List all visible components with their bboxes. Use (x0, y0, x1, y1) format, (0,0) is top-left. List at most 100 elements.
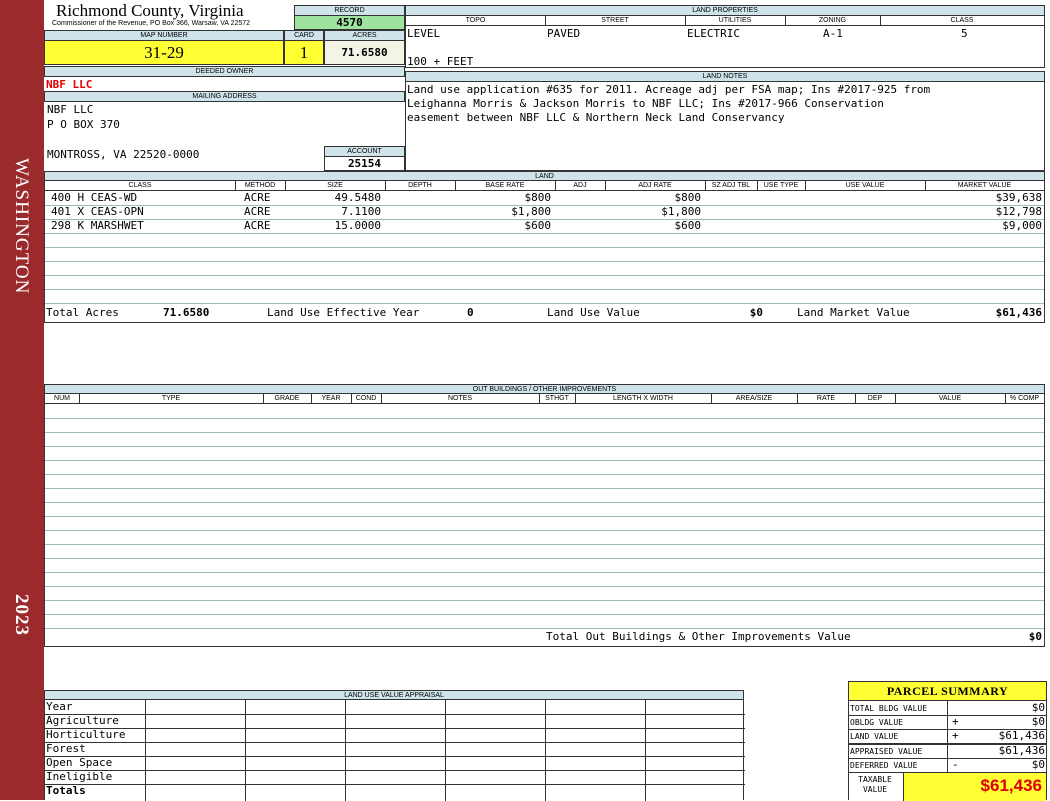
land-size: 15.0000 (334, 219, 381, 232)
outbuilding-row (45, 502, 1044, 517)
outbuilding-row (45, 544, 1044, 559)
land-use-value: $0 (749, 306, 763, 319)
land-adj-rate: $600 (674, 219, 702, 232)
commissioner-address: Commissioner of the Revenue, PO Box 366,… (52, 20, 251, 27)
land-market-value-total: $61,436 (995, 306, 1042, 319)
outbuilding-row (45, 530, 1044, 545)
land-market-value: $12,798 (995, 205, 1042, 218)
land-adj-rate: $800 (674, 191, 702, 204)
land-header-use-value: USE VALUE (805, 181, 926, 190)
land-base-rate: $600 (524, 219, 552, 232)
outbuildings-total-label: Total Out Buildings & Other Improvements… (546, 630, 851, 643)
land-notes-line-2: Leighanna Morris & Jackson Morris to NBF… (407, 97, 884, 110)
county-sidebar: WASHINGTON 2023 (0, 0, 44, 800)
outbuilding-row (45, 600, 1044, 615)
land-header-use-type: USE TYPE (757, 181, 806, 190)
land-header-base-rate: BASE RATE (455, 181, 556, 190)
summary-label: OBLDG VALUE (850, 718, 903, 727)
outbuilding-row (45, 460, 1044, 475)
lp-header-street: STREET (545, 16, 686, 25)
lua-totals-label: Totals (46, 784, 86, 797)
lua-forest-label: Forest (46, 742, 86, 755)
ob-header-sthgt: STHGT (539, 394, 576, 403)
acres-value: 71.6580 (324, 40, 405, 65)
mailing-line-1: NBF LLC (47, 103, 94, 116)
lua-agriculture-label: Agriculture (46, 714, 119, 727)
lp-header-topo: TOPO (406, 16, 546, 25)
land-header-sz-adj: SZ ADJ TBL (705, 181, 758, 190)
card-number: 1 (284, 40, 324, 65)
outbuilding-row (45, 474, 1044, 489)
lp-zoning: A-1 (823, 27, 843, 40)
outbuilding-row (45, 418, 1044, 433)
taxable-value: $61,436 (903, 773, 1046, 801)
land-method: ACRE (244, 219, 271, 232)
total-acres: 71.6580 (163, 306, 210, 319)
outbuilding-row (45, 404, 1044, 419)
outbuilding-row (45, 432, 1044, 447)
summary-label: APPRAISED VALUE (850, 747, 923, 756)
lp-header-class: CLASS (950, 17, 974, 24)
outbuilding-row (45, 586, 1044, 601)
land-use-value-label: Land Use Value (547, 306, 640, 319)
land-market-value: $9,000 (1002, 219, 1042, 232)
lua-ineligible-label: Ineligible (46, 770, 113, 783)
summary-value: $0 (1031, 715, 1045, 728)
lua-year-label: Year (46, 700, 73, 713)
ob-header-value: VALUE (895, 394, 1006, 403)
land-header-market-value: MARKET VALUE (957, 182, 1012, 189)
parcel-summary-box: TOTAL BLDG VALUE $0 OBLDG VALUE + $0 LAN… (848, 700, 1047, 801)
ob-header-notes: NOTES (381, 394, 540, 403)
ob-header-length-width: LENGTH X WIDTH (575, 394, 712, 403)
land-size: 7.1100 (341, 205, 381, 218)
summary-value: $61,436 (998, 729, 1045, 742)
ob-header-type: TYPE (79, 394, 264, 403)
summary-label: DEFERRED VALUE (850, 761, 918, 770)
land-use-appraisal-table: Year Agriculture Horticulture Forest Ope… (44, 699, 745, 801)
lua-row (45, 728, 745, 743)
outbuilding-row (45, 516, 1044, 531)
land-base-rate: $800 (524, 191, 552, 204)
mailing-line-3: MONTROSS, VA 22520-0000 (47, 148, 200, 161)
lp-utilities: ELECTRIC (687, 27, 740, 40)
summary-value: $0 (1031, 758, 1045, 771)
mailing-address-label: MAILING ADDRESS (44, 91, 405, 102)
summary-label: LAND VALUE (850, 732, 899, 741)
record-number: 4570 (294, 15, 405, 30)
lp-topo: LEVEL (407, 27, 441, 40)
county-title: Richmond County, Virginia (56, 1, 244, 20)
lp-class: 5 (961, 27, 968, 40)
county-name: WASHINGTON (11, 158, 32, 295)
outbuilding-row (45, 558, 1044, 573)
land-table: CLASS METHOD SIZE DEPTH BASE RATE ADJ AD… (44, 180, 1045, 323)
outbuildings-total: Total Out Buildings & Other Improvements… (45, 628, 1044, 646)
ob-header-cond: COND (351, 394, 382, 403)
summary-value: $0 (1031, 701, 1045, 714)
land-header-method: METHOD (235, 181, 286, 190)
summary-value: $61,436 (998, 744, 1045, 757)
ob-header-num: NUM (45, 394, 80, 403)
land-row: 400 H CEAS-WD ACRE 49.5480 $800 $800 $39… (45, 191, 1044, 206)
land-header-adj-rate: ADJ RATE (605, 181, 706, 190)
lp-frontage: 100 + FEET (407, 55, 474, 68)
land-size: 49.5480 (334, 191, 381, 204)
outbuilding-row (45, 614, 1044, 629)
total-acres-label: Total Acres (46, 306, 119, 319)
land-method: ACRE (244, 191, 271, 204)
ob-header-year: YEAR (311, 394, 352, 403)
land-method: ACRE (244, 205, 271, 218)
ob-header-area: AREA/SIZE (711, 394, 798, 403)
lua-row (45, 756, 745, 771)
land-notes-line-3: easement between NBF LLC & Northern Neck… (407, 111, 785, 124)
lua-horticulture-label: Horticulture (46, 728, 126, 741)
map-number: 31-29 (44, 40, 284, 65)
land-notes-line-1: Land use application #635 for 2011. Acre… (407, 83, 931, 96)
ob-header-dep: DEP (855, 394, 896, 403)
land-use-year-label: Land Use Effective Year (267, 306, 420, 319)
deeded-owner-label: DEEDED OWNER (44, 66, 405, 77)
lua-row (45, 742, 745, 757)
land-base-rate: $1,800 (511, 205, 551, 218)
lua-row (45, 784, 745, 798)
lp-header-zoning: ZONING (785, 16, 881, 25)
lua-row (45, 714, 745, 729)
